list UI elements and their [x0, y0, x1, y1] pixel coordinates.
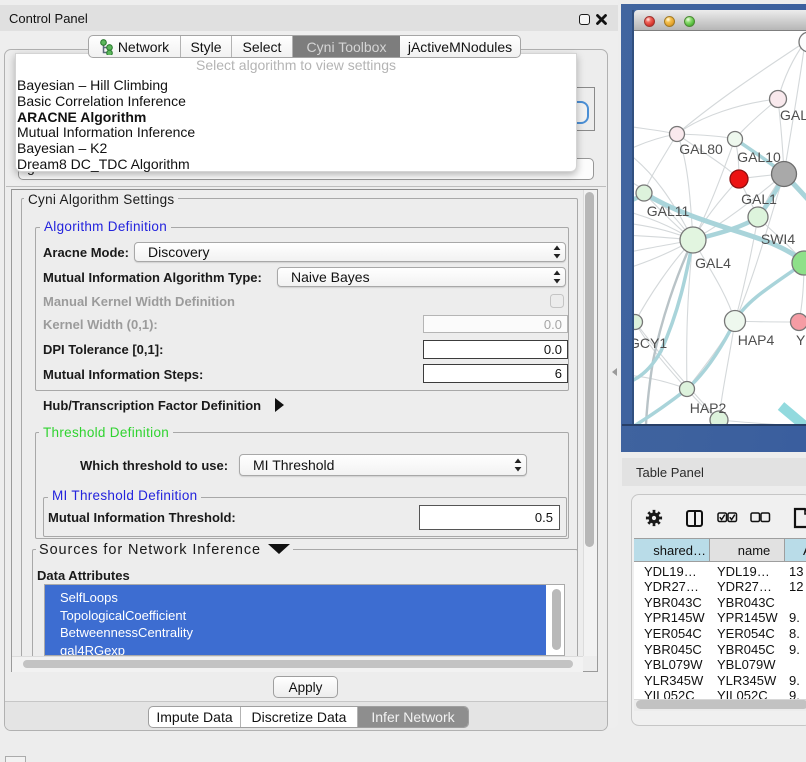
svg-text:GAL: GAL	[780, 107, 806, 123]
svg-text:HAP4: HAP4	[738, 332, 775, 348]
svg-text:SWI4: SWI4	[761, 231, 795, 247]
svg-text:GAL80: GAL80	[679, 141, 723, 157]
svg-text:HAP2: HAP2	[690, 400, 727, 416]
svg-text:GAL4: GAL4	[695, 255, 731, 271]
svg-text:GAL10: GAL10	[737, 149, 781, 165]
svg-text:Y: Y	[796, 332, 806, 348]
svg-text:GAL1: GAL1	[741, 191, 777, 207]
svg-text:GCY1: GCY1	[634, 335, 667, 351]
svg-text:GAL11: GAL11	[647, 203, 690, 219]
